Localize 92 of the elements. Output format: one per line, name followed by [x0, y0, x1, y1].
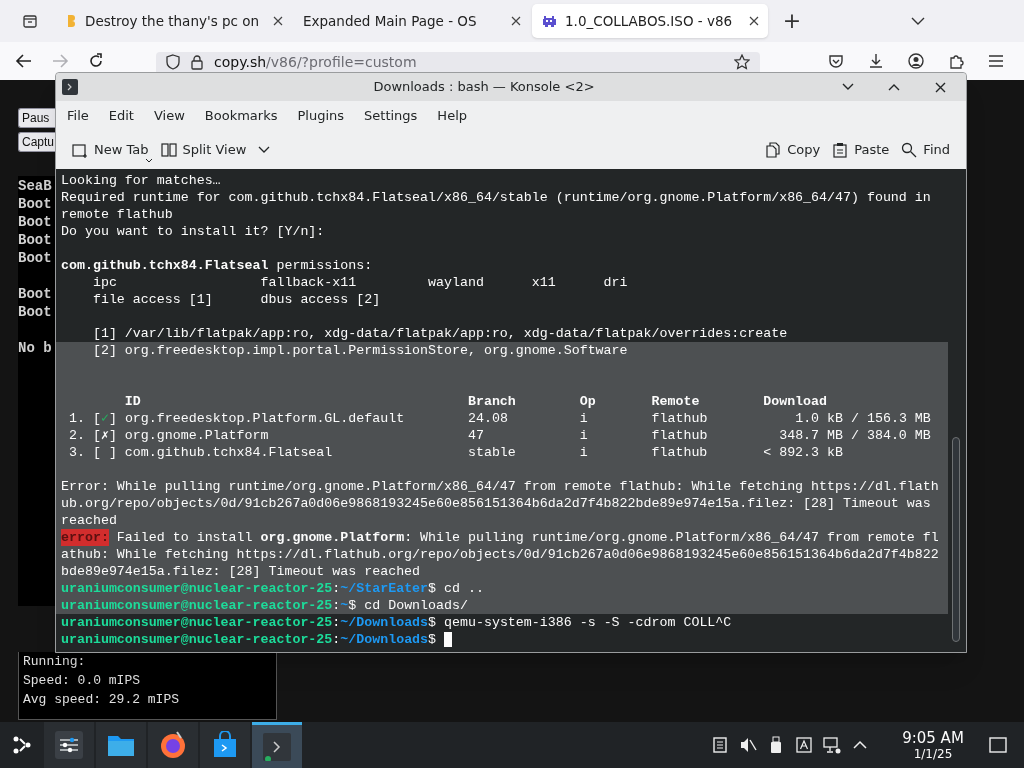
arrow-left-icon [15, 53, 33, 69]
taskbar-app[interactable] [44, 722, 94, 768]
screen-text: Boot [18, 195, 52, 213]
stats-text: Avg speed: 29.2 mIPS [23, 691, 180, 709]
keyboard-layout-icon [795, 736, 813, 754]
toolbar-button[interactable]: New Tab [66, 135, 155, 165]
url-text: copy.sh/v86/?profile=custom [214, 52, 418, 72]
shield-icon [166, 54, 180, 70]
stats-text: Speed: 0.0 mIPS [23, 672, 141, 690]
taskbar-app[interactable] [96, 722, 146, 768]
terminal-icon [263, 732, 291, 761]
close-icon [511, 16, 521, 26]
copy-icon [765, 142, 782, 158]
browser-tab[interactable]: Expanded Main Page - OS [294, 4, 530, 38]
menu-item[interactable]: Help [431, 104, 473, 128]
taskbar-app[interactable] [148, 722, 198, 768]
terminal-line: Looking for matches… [60, 172, 221, 189]
screen-text: Boot [18, 249, 52, 267]
window-title: Downloads : bash — Konsole <2> [372, 78, 596, 97]
stats-text: Running: [23, 653, 86, 671]
terminal-line: [1] /var/lib/flatpak/app:ro, xdg-data/flatpak/app:ro, xdg-data/flatpak/overrides:create [91, 325, 788, 342]
toolbar-button[interactable]: Copy [759, 135, 827, 165]
paste-icon [832, 142, 849, 158]
favicon-icon [65, 14, 77, 28]
menu-icon [988, 54, 1004, 68]
address-bar[interactable]: copy.sh/v86/?profile=custom [156, 52, 760, 72]
account-icon [908, 53, 924, 69]
terminal-line: file access [1] dbus access [2] [91, 291, 381, 308]
close-icon [273, 16, 283, 26]
menu-item[interactable]: File [61, 104, 95, 128]
screen-text: Boot [18, 213, 52, 231]
menu-item[interactable]: Bookmarks [198, 104, 284, 128]
taskbar-app[interactable] [200, 722, 250, 768]
split-view-icon [160, 142, 177, 158]
lock-icon [190, 54, 204, 70]
chevron-down-icon [842, 83, 854, 91]
new-tab-button[interactable]: + [778, 7, 806, 35]
reload-icon [88, 53, 104, 69]
scrollbar[interactable] [952, 437, 960, 642]
clock[interactable]: 9:05 AM 1/1/25 [888, 729, 978, 761]
tab-list-icon [22, 13, 38, 29]
chevron-up-icon [888, 83, 900, 91]
screen-text: Boot [18, 231, 52, 249]
emulator-button[interactable]: Captu [18, 132, 55, 152]
terminal-line: Required runtime for com.github.tchx84.Flatseal/x86_64/stable (runtime/org.gnome.Platform/x86_64/47) found in [60, 189, 931, 206]
screen-text: Boot [18, 303, 52, 321]
tab-title: Expanded Main Page - OS [303, 11, 478, 31]
network-icon [823, 736, 841, 754]
screen-text: SeaB [18, 177, 52, 195]
terminal-line: remote flathub [60, 206, 173, 223]
invader-icon [541, 14, 557, 28]
terminal-icon [62, 79, 78, 95]
store-icon [211, 731, 239, 759]
browser-tab[interactable]: Destroy the thany's pc on [56, 4, 292, 38]
toolbar-button[interactable]: Find [895, 135, 956, 165]
pocket-icon [828, 53, 844, 69]
menu-item[interactable]: Plugins [291, 104, 351, 128]
terminal-line: com.github.tchx84.Flatseal permissions: [60, 257, 373, 274]
chevron-down-icon [258, 146, 271, 154]
tab-title: Destroy the thany's pc on [85, 11, 261, 31]
search-icon [901, 142, 918, 158]
arrow-right-icon [51, 53, 69, 69]
puzzle-icon [948, 53, 964, 69]
browser-icon [159, 731, 187, 759]
sliders-icon [55, 731, 83, 759]
emulator-button[interactable]: Paus [18, 108, 55, 128]
menu-item[interactable]: View [147, 104, 191, 128]
terminal-line: uraniumconsumer@nuclear-reactor-25:~/Downloads$ [56, 631, 453, 648]
clipboard-icon [711, 736, 729, 754]
close-icon [934, 81, 946, 93]
close-icon [749, 16, 759, 26]
terminal-line: ipc fallback-x11 wayland x11 dri [91, 274, 628, 291]
desktop-icon [989, 737, 1007, 753]
menu-item[interactable]: Edit [102, 104, 140, 128]
star-icon [734, 54, 750, 70]
screen-text: Boot [18, 285, 52, 303]
taskbar-app[interactable] [252, 722, 302, 768]
app-launcher-icon [11, 734, 33, 756]
text-cursor [444, 632, 453, 647]
small-caret-icon [146, 159, 152, 163]
terminal-line: uraniumconsumer@nuclear-reactor-25:~/Downloads$ qemu-system-i386 -s -S -cdrom COLL^C [60, 614, 732, 631]
screen-text: No b [18, 339, 52, 357]
tab-title: 1.0_COLLABOS.ISO - v86 [565, 11, 734, 31]
toolbar-button[interactable]: Paste [826, 135, 896, 165]
browser-tab[interactable]: 1.0_COLLABOS.ISO - v86 [532, 4, 768, 38]
download-icon [868, 53, 884, 69]
chevron-down-icon [910, 16, 926, 26]
toolbar-button[interactable]: Split View [154, 135, 277, 165]
menu-item[interactable]: Settings [358, 104, 424, 128]
speaker-muted-icon [739, 736, 757, 754]
new-tab-icon [72, 142, 88, 158]
terminal-line: Do you want to install it? [Y/n]: [60, 223, 325, 240]
